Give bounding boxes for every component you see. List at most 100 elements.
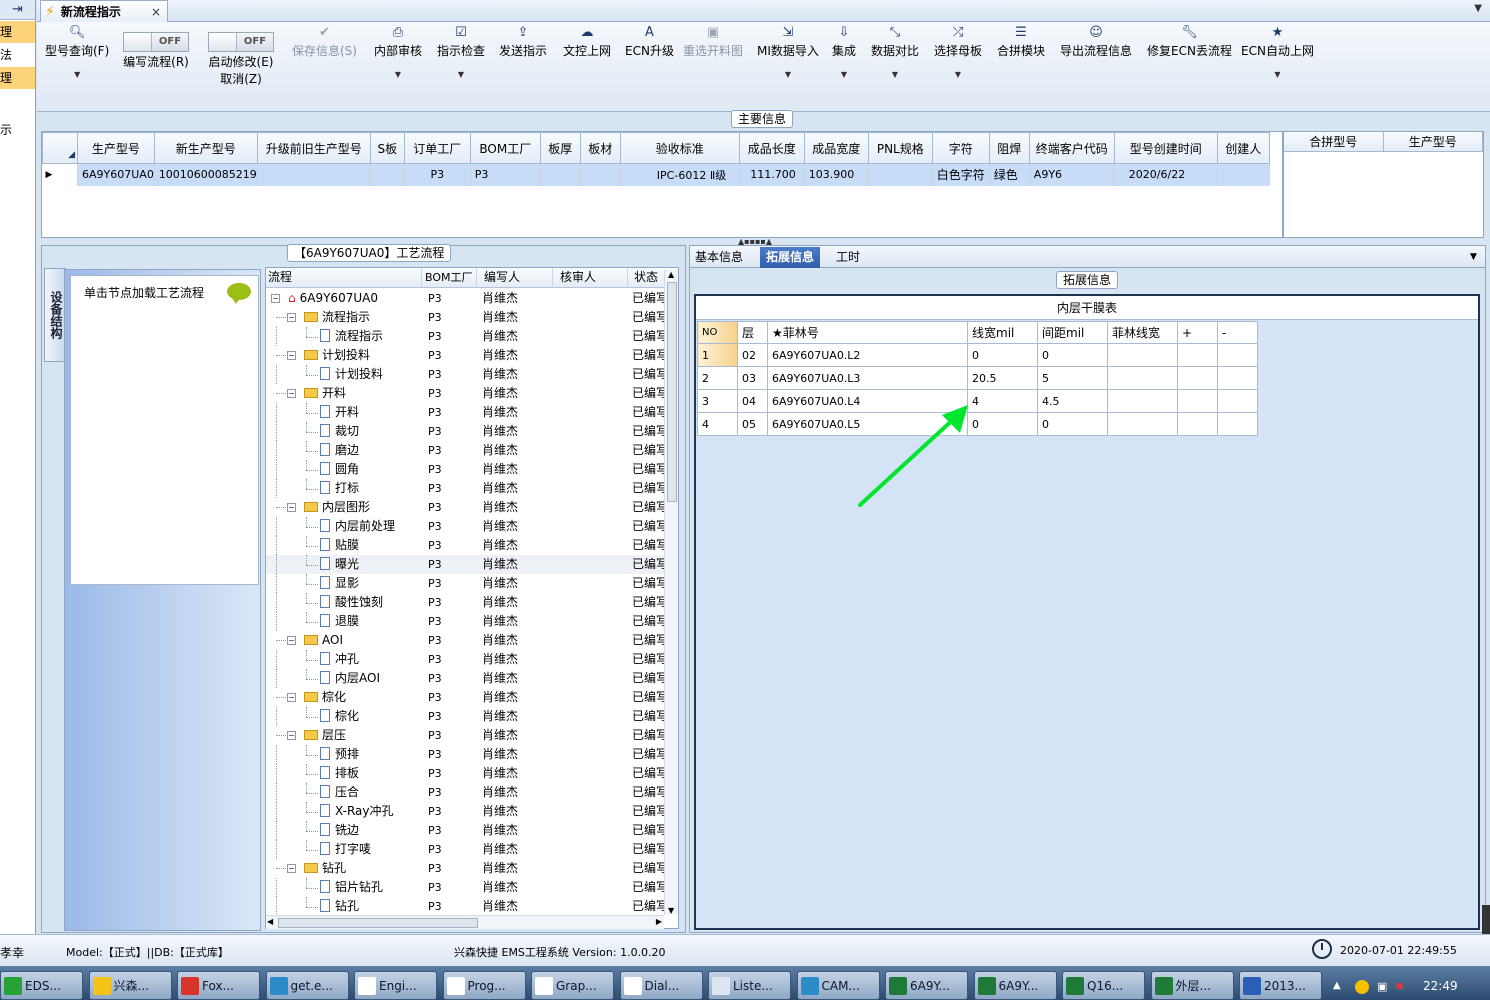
column-header[interactable]: 终端客户代码 xyxy=(1028,132,1115,164)
collapse-icon[interactable]: − xyxy=(287,351,296,360)
tray-up-icon[interactable]: ▲ xyxy=(1333,980,1341,991)
scroll-down-icon[interactable]: ▼ xyxy=(668,906,674,915)
tree-horizontal-scrollbar[interactable]: ◀ ▶ xyxy=(266,915,664,929)
column-header[interactable]: 编写人 xyxy=(478,268,553,288)
start-edit-toggle[interactable]: OFF 启动修改(E) 取消(Z) xyxy=(208,22,274,86)
taskbar-button[interactable]: Liste... xyxy=(708,971,791,1000)
column-header[interactable]: S板 xyxy=(369,132,405,164)
column-header[interactable]: 字符 xyxy=(931,132,990,164)
column-header[interactable]: 验收标准 xyxy=(619,132,740,164)
collapse-icon[interactable]: − xyxy=(287,389,296,398)
write-process-switch[interactable]: OFF xyxy=(123,32,189,52)
tree-leaf-node[interactable]: 流程指示 P3 肖维杰 已编写 xyxy=(266,327,668,346)
column-header[interactable]: NO xyxy=(697,321,738,344)
tab-new-process-instruction[interactable]: ⚡ 新流程指示 × xyxy=(40,0,168,22)
network-icon[interactable]: ▣ xyxy=(1377,980,1387,993)
table-row[interactable]: 1 02 6A9Y607UA0.L2 0 0 xyxy=(697,343,1258,367)
taskbar-button[interactable]: EDS... xyxy=(0,971,83,1000)
column-header[interactable]: 流程 xyxy=(266,268,422,288)
taskbar-button[interactable]: 6A9Y... xyxy=(973,971,1057,1000)
tree-leaf-node[interactable]: 退膜 P3 肖维杰 已编写 xyxy=(266,612,668,631)
chevron-down-icon[interactable]: ▼ xyxy=(892,70,898,79)
mi-data-import-button[interactable]: ⇲ MI数据导入 ▼ xyxy=(757,22,819,79)
left-nav-item-2[interactable]: 法 xyxy=(0,44,35,66)
save-info-button[interactable]: ✔ 保存信息(S) xyxy=(292,22,357,58)
tree-leaf-node[interactable]: 铝片钻孔 P3 肖维杰 已编写 xyxy=(266,878,668,897)
login-icon[interactable]: ⇥ xyxy=(0,0,35,20)
tab-work-hours[interactable]: 工时 xyxy=(830,247,866,268)
taskbar-button[interactable]: Engi... xyxy=(354,971,437,1000)
export-process-info-button[interactable]: ☺ 导出流程信息 xyxy=(1060,22,1132,58)
column-header[interactable]: 状态 xyxy=(629,268,669,288)
add-column-header[interactable]: + xyxy=(1177,321,1218,344)
column-header[interactable]: 生产型号 xyxy=(77,132,155,164)
ecn-upgrade-button[interactable]: A ECN升级 xyxy=(625,22,674,58)
ecn-auto-online-button[interactable]: ★ ECN自动上网 ▼ xyxy=(1241,22,1314,79)
reselect-cutting-drawing-button[interactable]: ▣ 重选开料图 xyxy=(683,22,743,58)
taskbar-button[interactable]: Q16... xyxy=(1062,971,1145,1000)
table-row[interactable]: ▶ 6A9Y607UA0 10010600085219 P3 P3 IPC-60… xyxy=(42,163,1270,186)
column-header[interactable]: PNL规格 xyxy=(867,132,933,164)
scroll-left-icon[interactable]: ◀ xyxy=(267,917,273,926)
taskbar-button[interactable]: 2013... xyxy=(1239,971,1322,1000)
column-header[interactable]: BOM工厂 xyxy=(469,132,541,164)
column-header[interactable]: 菲林线宽 xyxy=(1107,321,1178,344)
model-query-button[interactable]: 🔍︎ 型号查询(F) ▼ xyxy=(45,22,109,79)
tree-leaf-node[interactable]: 曝光 P3 肖维杰 已编写 xyxy=(266,555,668,574)
tree-vertical-scrollbar[interactable]: ▲ ▼ xyxy=(664,270,678,915)
chevron-down-icon[interactable]: ▼ xyxy=(1470,252,1477,262)
tree-leaf-node[interactable]: X-Ray冲孔 P3 肖维杰 已编写 xyxy=(266,802,668,821)
tree-leaf-node[interactable]: 酸性蚀刻 P3 肖维杰 已编写 xyxy=(266,593,668,612)
chevron-down-icon[interactable]: ▼ xyxy=(785,70,791,79)
tree-leaf-node[interactable]: 磨边 P3 肖维杰 已编写 xyxy=(266,441,668,460)
merge-model-grid[interactable]: 合拼型号 生产型号 xyxy=(1283,131,1484,238)
taskbar-button[interactable]: 6A9Y... xyxy=(885,971,968,1000)
column-header[interactable]: 板材 xyxy=(579,132,621,164)
tree-leaf-node[interactable]: 圆角 P3 肖维杰 已编写 xyxy=(266,460,668,479)
tree-group-node[interactable]: − 层压 P3 肖维杰 已编写 xyxy=(266,726,668,745)
tree-group-node[interactable]: − 开料 P3 肖维杰 已编写 xyxy=(266,384,668,403)
taskbar-button[interactable]: CAM... xyxy=(796,971,880,1000)
tree-leaf-node[interactable]: 内层前处理 P3 肖维杰 已编写 xyxy=(266,517,668,536)
left-nav-item-3[interactable]: 理 xyxy=(0,67,35,89)
chevron-down-icon[interactable]: ▼ xyxy=(458,70,464,79)
tree-group-node[interactable]: − 流程指示 P3 肖维杰 已编写 xyxy=(266,308,668,327)
scroll-thumb[interactable] xyxy=(278,918,478,928)
column-header[interactable]: 成品长度 xyxy=(738,132,805,164)
tree-leaf-node[interactable]: 预排 P3 肖维杰 已编写 xyxy=(266,745,668,764)
splitter-handle[interactable]: ▲▪▪▪▪▲ xyxy=(730,238,780,246)
equipment-structure-tab[interactable]: 设备结构 xyxy=(44,268,66,362)
column-header[interactable]: 创建人 xyxy=(1216,132,1270,164)
send-instruction-button[interactable]: ⇪ 发送指示 xyxy=(499,22,547,58)
table-row[interactable]: 2 03 6A9Y607UA0.L3 20.5 5 xyxy=(697,366,1258,390)
column-header[interactable]: 间距mil xyxy=(1037,321,1108,344)
integrate-button[interactable]: ⇩ 集成 ▼ xyxy=(832,22,856,79)
tree-group-node[interactable]: − AOI P3 肖维杰 已编写 xyxy=(266,631,668,650)
chevron-down-icon[interactable]: ▼ xyxy=(1274,70,1280,79)
taskbar-clock[interactable]: 22:49 xyxy=(1423,979,1458,993)
tree-leaf-node[interactable]: 计划投料 P3 肖维杰 已编写 xyxy=(266,365,668,384)
tree-leaf-node[interactable]: 贴膜 P3 肖维杰 已编写 xyxy=(266,536,668,555)
close-icon[interactable]: × xyxy=(151,5,161,19)
tree-group-node[interactable]: − 计划投料 P3 肖维杰 已编写 xyxy=(266,346,668,365)
column-header[interactable]: 型号创建时间 xyxy=(1113,132,1218,164)
tree-group-node[interactable]: − 棕化 P3 肖维杰 已编写 xyxy=(266,688,668,707)
column-header[interactable]: ★菲林号 xyxy=(767,321,968,344)
column-header[interactable]: 阻焊 xyxy=(988,132,1030,164)
tray-alert-icon[interactable]: ✖ xyxy=(1395,980,1404,993)
tree-leaf-node[interactable]: 打字唛 P3 肖维杰 已编写 xyxy=(266,840,668,859)
column-header[interactable]: 订单工厂 xyxy=(403,132,471,164)
collapse-icon[interactable]: − xyxy=(287,731,296,740)
tab-basic-info[interactable]: 基本信息 xyxy=(689,247,749,268)
tree-leaf-node[interactable]: 钻孔 P3 肖维杰 已编写 xyxy=(266,897,668,916)
tree-leaf-node[interactable]: 棕化 P3 肖维杰 已编写 xyxy=(266,707,668,726)
collapse-icon[interactable]: − xyxy=(287,503,296,512)
tree-group-node[interactable]: − 钻孔 P3 肖维杰 已编写 xyxy=(266,859,668,878)
taskbar-button[interactable]: Dial... xyxy=(619,971,703,1000)
tree-leaf-node[interactable]: 开料 P3 肖维杰 已编写 xyxy=(266,403,668,422)
main-info-grid[interactable]: ◢ 生产型号 新生产型号 升级前旧生产型号 S板 订单工厂 BOM工厂 板厚 板… xyxy=(41,131,1283,238)
column-header[interactable]: BOM工厂 xyxy=(423,268,477,288)
taskbar-button[interactable]: 外层... xyxy=(1150,971,1234,1000)
taskbar-button[interactable]: 兴森... xyxy=(88,971,172,1000)
column-header[interactable]: 生产型号 xyxy=(1384,132,1483,151)
